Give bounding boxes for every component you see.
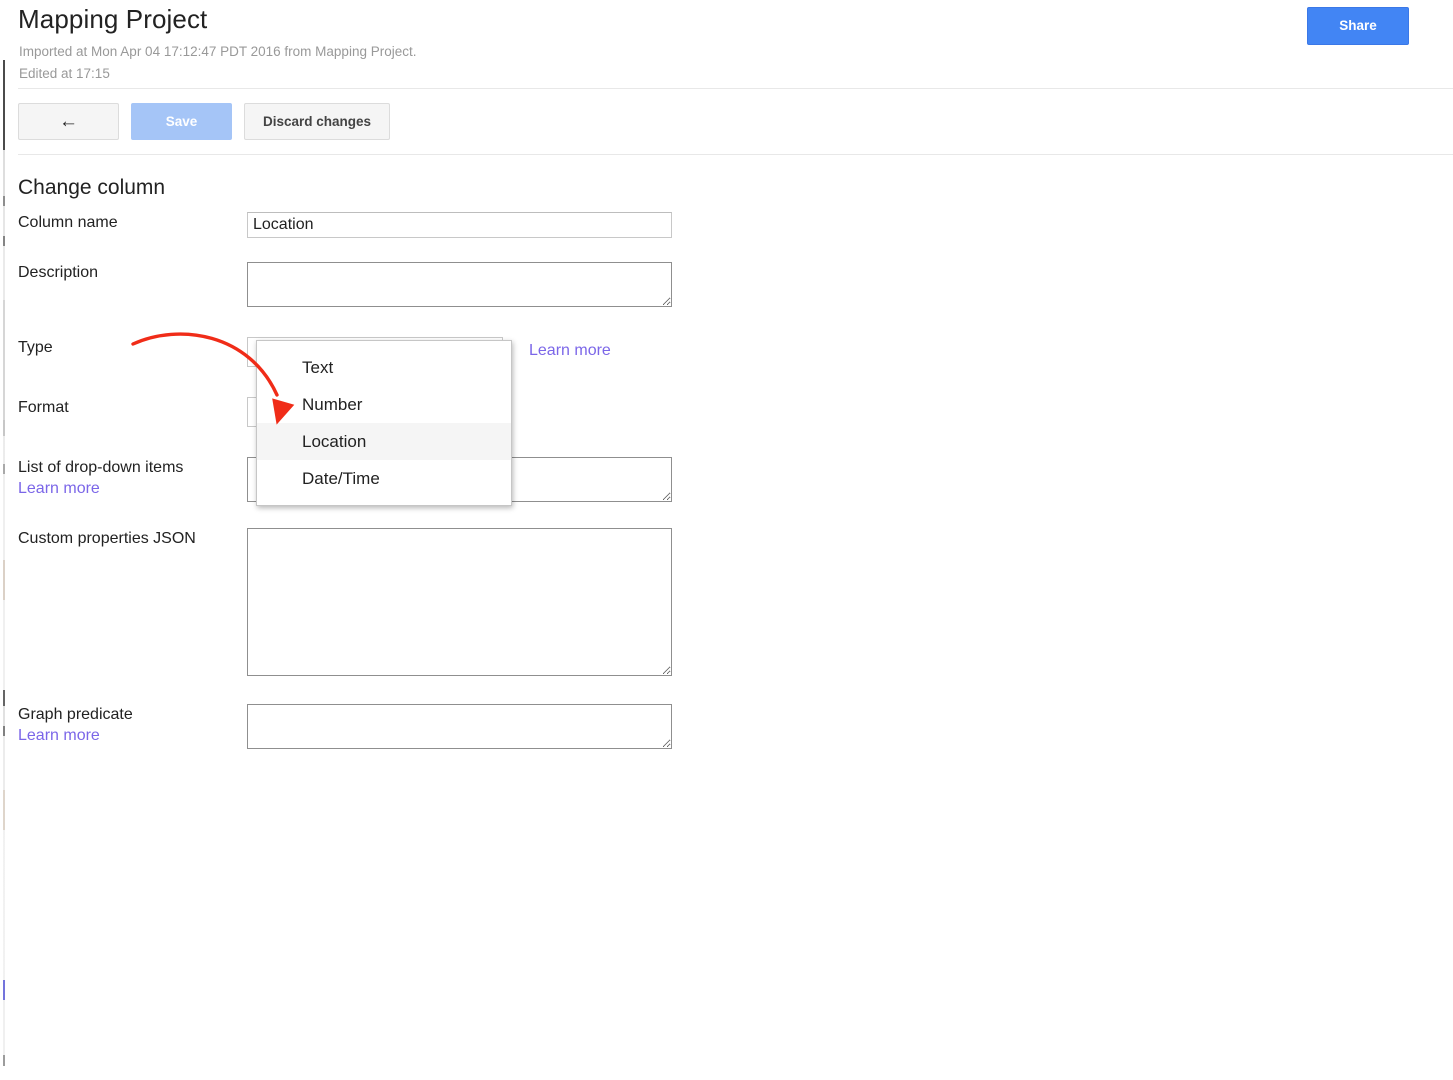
column-name-label: Column name bbox=[18, 214, 118, 231]
graph-predicate-control bbox=[247, 704, 672, 749]
type-select-menu[interactable]: Text Number Location Date/Time bbox=[256, 340, 512, 506]
toolbar-divider bbox=[18, 154, 1453, 155]
undo-arrow-icon: ← bbox=[59, 111, 78, 132]
menu-item-text[interactable]: Text bbox=[257, 349, 511, 386]
description-textarea[interactable] bbox=[247, 262, 672, 307]
dropdown-items-learn-more-link[interactable]: Learn more bbox=[18, 478, 183, 500]
format-label: Format bbox=[18, 399, 69, 416]
graph-predicate-label: Graph predicate Learn more bbox=[18, 704, 133, 747]
custom-properties-label: Custom properties JSON bbox=[18, 530, 196, 547]
imported-timestamp: Imported at Mon Apr 04 17:12:47 PDT 2016… bbox=[19, 44, 417, 59]
custom-properties-control bbox=[247, 528, 672, 676]
menu-item-datetime[interactable]: Date/Time bbox=[257, 460, 511, 497]
editor-toolbar: ← Save Discard changes bbox=[9, 93, 1453, 143]
share-button[interactable]: Share bbox=[1307, 7, 1409, 45]
page-header: Mapping Project Imported at Mon Apr 04 1… bbox=[9, 0, 1453, 88]
graph-predicate-label-text: Graph predicate bbox=[18, 706, 133, 723]
scroll-rail[interactable] bbox=[3, 0, 5, 1080]
section-title: Change column bbox=[18, 176, 166, 199]
custom-properties-textarea[interactable] bbox=[247, 528, 672, 676]
dropdown-items-label-text: List of drop-down items bbox=[18, 459, 184, 476]
discard-changes-button[interactable]: Discard changes bbox=[244, 103, 390, 140]
description-control bbox=[247, 262, 672, 307]
type-label: Type bbox=[18, 339, 53, 356]
graph-predicate-textarea[interactable] bbox=[247, 704, 672, 749]
column-name-input[interactable] bbox=[247, 212, 672, 238]
description-label: Description bbox=[18, 264, 99, 281]
header-divider bbox=[18, 88, 1453, 89]
page-root: Mapping Project Imported at Mon Apr 04 1… bbox=[9, 0, 1453, 1080]
page-title: Mapping Project bbox=[18, 4, 208, 34]
edited-timestamp: Edited at 17:15 bbox=[19, 66, 110, 81]
graph-predicate-learn-more-link[interactable]: Learn more bbox=[18, 725, 133, 747]
undo-button[interactable]: ← bbox=[18, 103, 119, 140]
left-edge-scroll-strip[interactable] bbox=[0, 0, 9, 1080]
menu-item-number[interactable]: Number bbox=[257, 386, 511, 423]
column-name-control bbox=[247, 212, 672, 238]
type-learn-more-link[interactable]: Learn more bbox=[529, 342, 611, 360]
save-button[interactable]: Save bbox=[131, 103, 232, 140]
dropdown-items-label: List of drop-down items Learn more bbox=[18, 457, 183, 500]
menu-item-location[interactable]: Location bbox=[257, 423, 511, 460]
